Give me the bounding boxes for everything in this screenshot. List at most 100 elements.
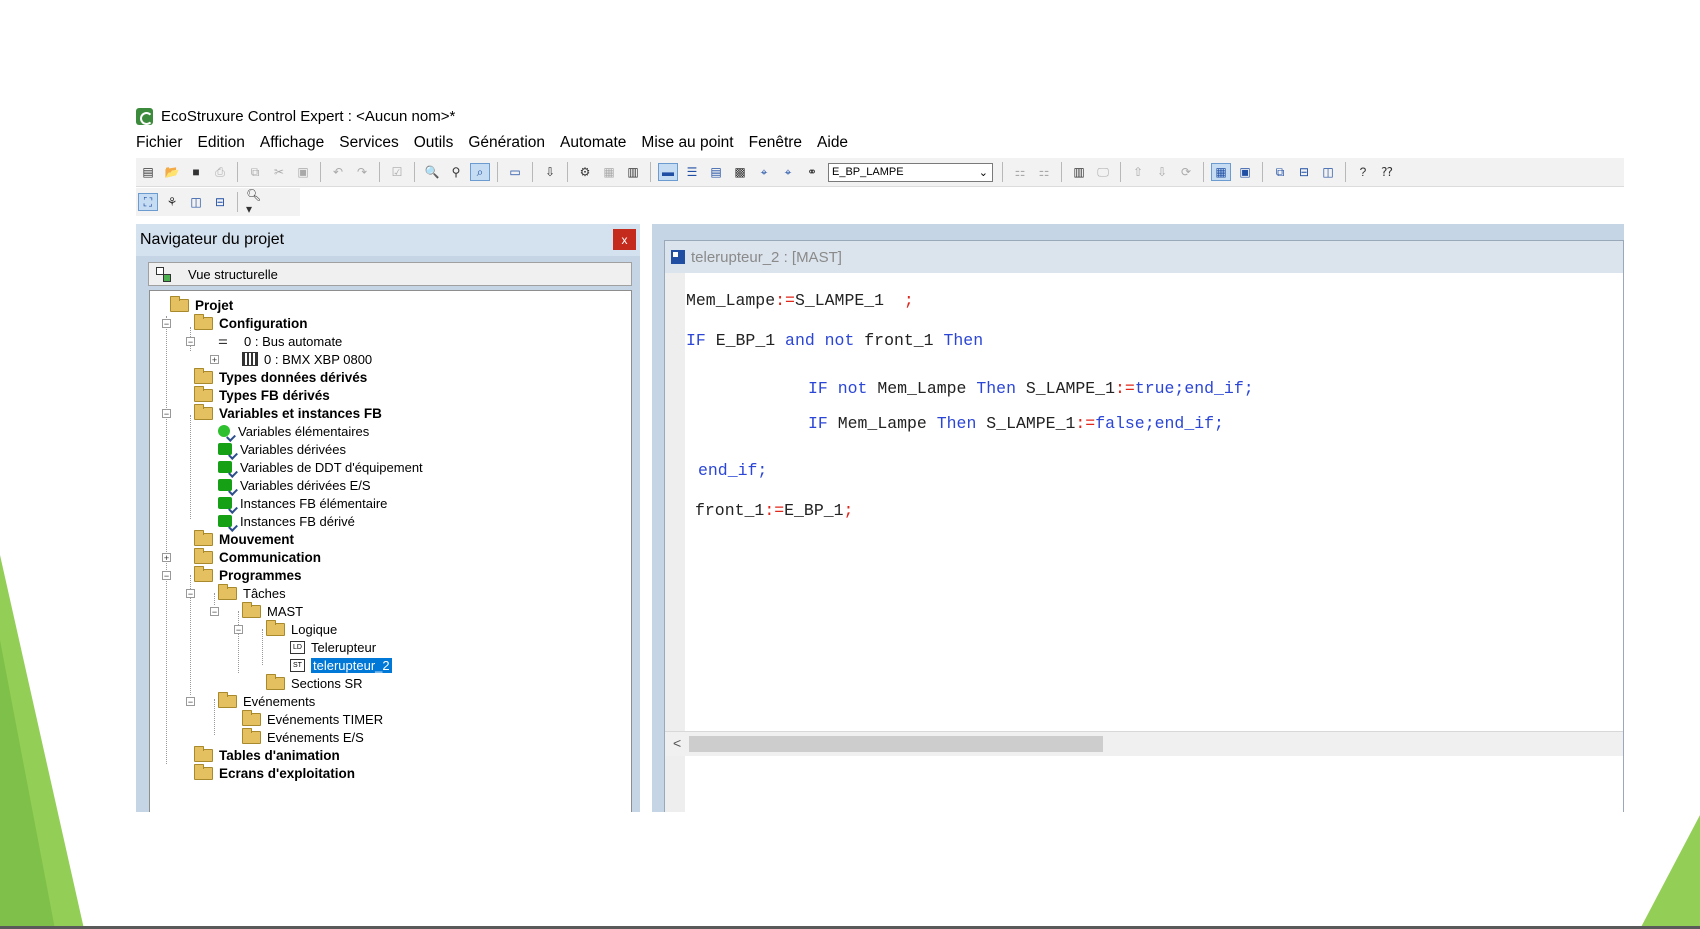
list-icon[interactable]: ☰ (683, 164, 701, 180)
chevron-left-icon[interactable]: < (673, 735, 681, 751)
menu-services[interactable]: Services (339, 134, 398, 158)
search-var-icon[interactable]: ⌖ (755, 164, 773, 180)
disconnect-icon[interactable]: ⚏ (1035, 164, 1053, 180)
tree-node-configuration[interactable]: Configuration (194, 313, 307, 332)
transfer-down-icon[interactable]: ⇩ (1153, 164, 1171, 180)
tree-node-sections-sr[interactable]: Sections SR (266, 673, 363, 692)
tree-node-tables-animation[interactable]: Tables d'animation (194, 745, 340, 764)
tile-horizontal-icon[interactable]: ⊟ (1295, 164, 1313, 180)
horizontal-scrollbar[interactable]: < (665, 731, 1623, 756)
plc-icon[interactable]: ▥ (1070, 164, 1088, 180)
debug-screen-icon[interactable]: ▣ (1236, 164, 1254, 180)
collapse-icon[interactable]: − (186, 337, 195, 347)
search-next-icon[interactable]: ⌖ (779, 164, 797, 180)
replace-icon[interactable]: ⚲ (447, 164, 465, 180)
tree-node-ecrans[interactable]: Ecrans d'exploitation (194, 763, 355, 782)
monitor-icon[interactable]: 🖵 (1094, 164, 1112, 180)
zoom-dropdown-icon[interactable]: 🔍︎▾ (246, 188, 264, 216)
collapse-icon[interactable]: − (162, 409, 171, 419)
tree-node-types-ddt[interactable]: Types données dérivés (194, 367, 367, 386)
tree-node-var-deriv[interactable]: Variables dérivées (218, 440, 346, 458)
menu-generation[interactable]: Génération (468, 134, 545, 158)
help-icon[interactable]: ? (1354, 164, 1372, 180)
tree-node-mouvement[interactable]: Mouvement (194, 529, 294, 548)
tree-node-communication[interactable]: Communication (194, 547, 321, 566)
menu-automate[interactable]: Automate (560, 134, 626, 158)
animation-icon[interactable]: ▦ (1211, 163, 1231, 181)
table-icon[interactable]: ▤ (707, 164, 725, 180)
refresh-icon[interactable]: ⟳ (1177, 164, 1195, 180)
collapse-icon[interactable]: − (162, 319, 171, 329)
tree-node-projet[interactable]: Projet (170, 295, 233, 314)
section-icon[interactable]: ▬ (658, 163, 678, 181)
tree-node-var-elem[interactable]: Variables élémentaires (218, 422, 369, 440)
open-icon[interactable]: 📂 (163, 164, 181, 180)
tile-vertical-icon[interactable]: ◫ (1319, 164, 1337, 180)
menu-edition[interactable]: Edition (198, 134, 245, 158)
cascade-icon[interactable]: ⧉ (1271, 164, 1289, 180)
tree-node-var-ddt[interactable]: Variables de DDT d'équipement (218, 458, 423, 476)
functional-view-icon[interactable]: ⚘ (163, 194, 181, 210)
ddt-icon[interactable]: ▩ (731, 164, 749, 180)
tree-node-ev-es[interactable]: Evénements E/S (242, 727, 364, 746)
menu-fenetre[interactable]: Fenêtre (749, 134, 802, 158)
menu-outils[interactable]: Outils (414, 134, 454, 158)
tree-node-fb-elem[interactable]: Instances FB élémentaire (218, 494, 387, 512)
tree-node-bus[interactable]: ⚌ 0 : Bus automate (218, 332, 342, 350)
collapse-icon[interactable]: − (162, 571, 171, 581)
tree-node-module[interactable]: 0 : BMX XBP 0800 (242, 350, 372, 368)
variable-combo[interactable]: E_BP_LAMPE ⌄ (828, 162, 993, 182)
find-icon[interactable]: 🔍 (423, 164, 441, 180)
tree-node-programmes[interactable]: Programmes (194, 565, 302, 584)
new-project-icon[interactable]: ▤ (139, 164, 157, 180)
tree-node-evenements[interactable]: Evénements (218, 691, 315, 710)
code-area[interactable]: Mem_Lampe:=S_LAMPE_1 ; IF E_BP_1 and not… (686, 273, 1622, 733)
tree-node-var-es[interactable]: Variables dérivées E/S (218, 476, 371, 494)
structural-view-tab[interactable]: Vue structurelle (148, 262, 632, 286)
tree-node-fb-deriv[interactable]: Instances FB dérivé (218, 512, 355, 530)
transfer-up-icon[interactable]: ⇧ (1129, 164, 1147, 180)
collapse-icon[interactable]: − (186, 589, 195, 599)
build-icon[interactable]: ⚙ (576, 164, 594, 180)
code-line: IF E_BP_1 and not front_1 Then (686, 331, 983, 350)
tree-node-types-fb[interactable]: Types FB dérivés (194, 385, 330, 404)
split-view-icon[interactable]: ◫ (187, 194, 205, 210)
expand-icon[interactable]: + (162, 553, 171, 563)
horizontal-view-icon[interactable]: ⊟ (211, 194, 229, 210)
tree-node-telerupteur[interactable]: LD Telerupteur (290, 638, 376, 656)
context-help-icon[interactable]: ⁇ (1378, 164, 1396, 180)
menu-affichage[interactable]: Affichage (260, 134, 324, 158)
undo-icon[interactable]: ↶ (329, 164, 347, 180)
validate-icon[interactable]: ☑ (388, 164, 406, 180)
tree-node-mast[interactable]: MAST (242, 601, 303, 620)
menu-aide[interactable]: Aide (817, 134, 848, 158)
save-icon[interactable]: ■ (187, 164, 205, 180)
library-icon[interactable]: ▥ (624, 164, 642, 180)
paste-icon[interactable]: ▣ (294, 164, 312, 180)
tree-node-taches[interactable]: Tâches (218, 583, 286, 602)
tree-node-telerupteur-2[interactable]: ST telerupteur_2 (290, 656, 392, 674)
scrollbar-thumb[interactable] (689, 736, 1103, 752)
tree-node-logique[interactable]: Logique (266, 619, 337, 638)
menu-mise-au-point[interactable]: Mise au point (641, 134, 733, 158)
menu-fichier[interactable]: Fichier (136, 134, 183, 158)
build-project-icon[interactable]: ▦ (600, 164, 618, 180)
zoom-icon[interactable]: ⌕ (470, 163, 490, 181)
import-icon[interactable]: ⇩ (541, 164, 559, 180)
screen-icon[interactable]: ▭ (506, 164, 524, 180)
cut-icon[interactable]: ✂ (270, 164, 288, 180)
tree-label: Variables dérivées (240, 441, 346, 457)
close-icon[interactable]: x (613, 229, 636, 250)
connect-icon[interactable]: ⚏ (1011, 164, 1029, 180)
binoculars-icon[interactable]: ⚭ (803, 164, 821, 180)
collapse-icon[interactable]: − (186, 697, 195, 707)
collapse-icon[interactable]: − (210, 607, 219, 617)
collapse-icon[interactable]: − (234, 625, 243, 635)
expand-icon[interactable]: + (210, 355, 219, 365)
tree-node-variables[interactable]: Variables et instances FB (194, 403, 382, 422)
redo-icon[interactable]: ↷ (353, 164, 371, 180)
print-icon[interactable]: ⎙ (211, 164, 229, 180)
tree-node-ev-timer[interactable]: Evénements TIMER (242, 709, 383, 728)
structural-view-icon[interactable]: ⛶ (138, 193, 158, 211)
copy-icon[interactable]: ⧉ (246, 164, 264, 180)
